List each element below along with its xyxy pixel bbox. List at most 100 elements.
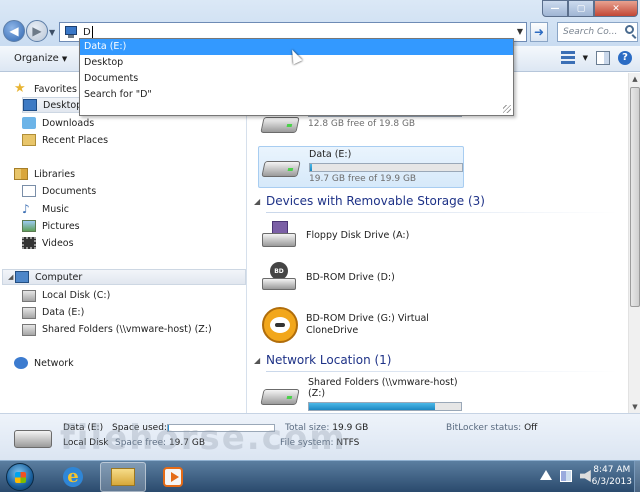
bd-rom-drive-icon: BD — [262, 262, 298, 294]
taskbar: e 8:47 AM 6/3/2013 — [0, 460, 640, 492]
address-dropdown-icon[interactable]: ▼ — [517, 27, 523, 36]
back-button[interactable]: ◀ — [3, 20, 25, 42]
maximize-button[interactable]: ▢ — [568, 0, 594, 17]
minimize-button[interactable]: — — [542, 0, 568, 17]
drive-name: Data (E:) — [309, 149, 352, 160]
drive-name-line1: Shared Folders (\\vmware-host) — [308, 377, 458, 388]
autocomplete-item[interactable]: Documents — [80, 71, 513, 87]
music-icon: ♪ — [22, 202, 30, 216]
group-header-network[interactable]: ◢ Network Location (1) — [254, 353, 618, 372]
group-header-removable[interactable]: ◢ Devices with Removable Storage (3) — [254, 194, 618, 213]
hard-drive-icon — [22, 307, 36, 319]
window-controls: — ▢ ✕ — [542, 0, 638, 17]
device-floppy[interactable]: Floppy Disk Drive (A:) — [262, 221, 409, 251]
volume-icon[interactable] — [580, 470, 591, 482]
nav-videos[interactable]: Videos — [22, 235, 74, 251]
network-icon — [14, 357, 28, 369]
nav-favorites[interactable]: ★ Favorites — [14, 81, 77, 97]
start-button[interactable] — [6, 463, 34, 491]
nav-label: Videos — [42, 237, 74, 249]
nav-music[interactable]: ♪ Music — [22, 201, 69, 217]
help-icon[interactable]: ? — [618, 51, 632, 65]
device-label: Floppy Disk Drive (A:) — [306, 230, 410, 241]
scroll-up-icon[interactable]: ▲ — [629, 73, 640, 85]
text-caret — [91, 26, 93, 38]
search-input[interactable]: Search Co... — [557, 22, 638, 42]
nav-label: Computer — [35, 271, 83, 283]
nav-local-disk[interactable]: Local Disk (C:) — [22, 287, 110, 303]
nav-label: Pictures — [42, 220, 80, 232]
nav-network[interactable]: Network — [14, 355, 74, 371]
device-virtual-clonedrive[interactable]: BD-ROM Drive (G:) Virtual CloneDrive — [262, 307, 429, 343]
autocomplete-item[interactable]: Search for "D" — [80, 87, 513, 103]
group-header-label: Devices with Removable Storage (3) — [266, 194, 485, 208]
scroll-thumb[interactable] — [630, 87, 640, 307]
nav-label: Music — [42, 203, 70, 215]
system-clock[interactable]: 8:47 AM 6/3/2013 — [592, 464, 632, 488]
nav-label: Desktop — [43, 99, 83, 111]
vertical-scrollbar[interactable]: ▲ ▼ — [628, 73, 640, 413]
star-icon: ★ — [14, 81, 26, 96]
navigation-pane: ★ Favorites Desktop Downloads Recent Pla… — [0, 73, 247, 413]
scroll-down-icon[interactable]: ▼ — [629, 401, 640, 413]
bitlocker-row: BitLocker status: Off — [446, 423, 537, 433]
taskbar-internet-explorer[interactable]: e — [50, 462, 96, 492]
nav-documents[interactable]: Documents — [22, 183, 96, 199]
nav-libraries[interactable]: Libraries — [14, 166, 75, 182]
drive-usage-bar — [309, 163, 463, 172]
taskbar-media-player[interactable] — [150, 462, 196, 492]
action-center-icon[interactable] — [540, 470, 552, 480]
hard-drive-icon — [22, 290, 36, 302]
internet-explorer-icon: e — [63, 467, 83, 487]
nav-desktop[interactable]: Desktop — [22, 97, 83, 113]
collapse-icon[interactable]: ◢ — [254, 197, 260, 206]
nav-label: Local Disk (C:) — [42, 289, 111, 301]
hard-drive-icon — [14, 430, 52, 448]
nav-label: Recent Places — [42, 134, 109, 146]
clock-time: 8:47 AM — [593, 465, 631, 475]
organize-button[interactable]: Organize ▼ — [14, 53, 67, 64]
folder-icon — [111, 468, 135, 486]
drive-free-text: 12.8 GB free of 19.8 GB — [308, 119, 416, 129]
drive-name-line2: (Z:) — [308, 388, 326, 399]
drive-free-text: 19.7 GB free of 19.9 GB — [309, 174, 417, 184]
nav-recent-places[interactable]: Recent Places — [22, 132, 108, 148]
device-bd-rom-d[interactable]: BD BD-ROM Drive (D:) — [262, 262, 395, 294]
resize-grip-icon[interactable] — [503, 105, 511, 113]
network-location-shared[interactable]: Shared Folders (\\vmware-host) (Z:) — [258, 375, 478, 413]
network-status-icon[interactable] — [560, 470, 572, 482]
nav-label: Favorites — [34, 83, 77, 95]
recent-pages-dropdown[interactable]: ▼ — [49, 28, 57, 37]
nav-downloads[interactable]: Downloads — [22, 115, 94, 131]
views-dropdown-icon[interactable]: ▼ — [583, 54, 588, 62]
forward-button[interactable]: ▶ — [26, 20, 48, 42]
device-label-line1: BD-ROM Drive (G:) Virtual — [306, 313, 429, 324]
group-divider — [266, 212, 618, 213]
close-button[interactable]: ✕ — [594, 0, 638, 17]
show-desktop-button[interactable] — [634, 461, 640, 492]
view-controls: ▼ ? — [560, 51, 632, 65]
network-drive-icon — [260, 379, 302, 409]
go-button[interactable]: ➜ — [530, 22, 548, 42]
videos-icon — [22, 237, 36, 249]
address-text: D — [83, 26, 91, 38]
computer-icon — [15, 271, 29, 283]
nav-shared-folders[interactable]: Shared Folders (\\vmware-host) (Z:) — [22, 321, 212, 337]
bitlocker-value: Off — [524, 423, 538, 433]
nav-computer[interactable]: ◢ Computer — [2, 269, 246, 285]
drive-data-e[interactable]: Data (E:) 19.7 GB free of 19.9 GB — [258, 146, 464, 188]
notification-area — [540, 470, 592, 482]
nav-label: Shared Folders (\\vmware-host) (Z:) — [42, 323, 212, 335]
taskbar-windows-explorer[interactable] — [100, 462, 146, 492]
nav-data-e[interactable]: Data (E:) — [22, 304, 84, 320]
search-placeholder: Search Co... — [563, 27, 618, 37]
device-label-line2: CloneDrive — [306, 325, 359, 336]
collapse-icon[interactable]: ◢ — [8, 273, 13, 281]
preview-pane-icon[interactable] — [596, 51, 610, 65]
group-divider — [266, 371, 618, 372]
nav-pictures[interactable]: Pictures — [22, 218, 80, 234]
organize-label: Organize — [14, 53, 59, 64]
nav-label: Libraries — [34, 168, 76, 180]
views-icon[interactable] — [560, 51, 575, 65]
collapse-icon[interactable]: ◢ — [254, 356, 260, 365]
